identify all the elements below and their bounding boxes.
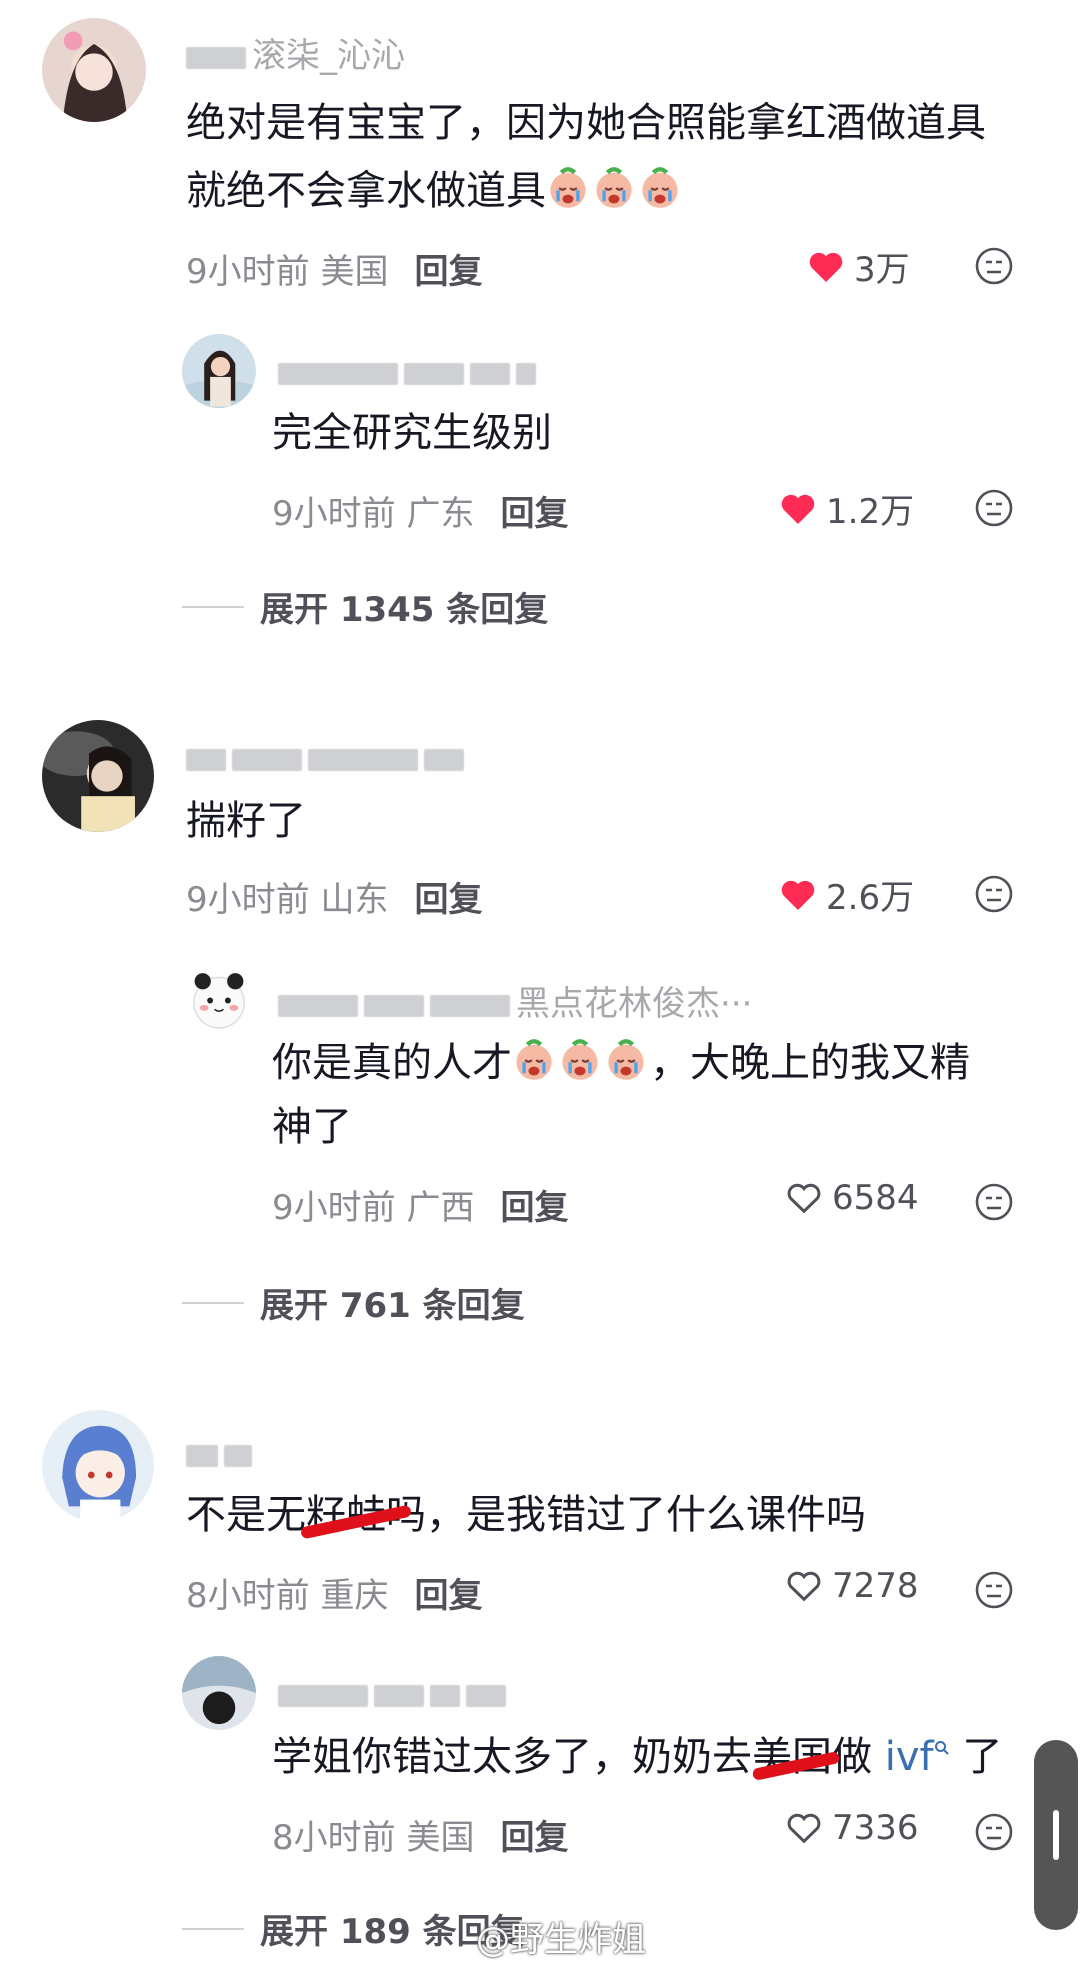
dislike-icon[interactable] — [974, 874, 1014, 914]
comment-text: 不是无籽蛙吗，是我错过了什么课件吗 — [186, 1492, 866, 1538]
crying-face-icon — [604, 1036, 648, 1080]
watermark: @野生炸姐 — [476, 1920, 646, 1960]
comment-text: 就绝不会拿水做道具 — [186, 158, 684, 224]
comment-text: 学姐你错过太多了，奶奶去美国做 ivf 了 — [272, 1734, 1003, 1780]
reply-button[interactable]: 回复 — [500, 1188, 568, 1228]
like-button[interactable]: 7336 — [784, 1808, 919, 1848]
like-button[interactable]: 2.6万 — [778, 870, 914, 919]
crying-face-icon — [592, 164, 636, 208]
heart-filled-icon — [781, 494, 815, 524]
comment-meta: 9小时前 美国 回复 — [186, 252, 483, 292]
scrollbar[interactable] — [1034, 1740, 1078, 1930]
expand-replies-button[interactable]: 展开 189 条回复 — [182, 1904, 525, 1953]
crying-face-icon — [546, 164, 590, 208]
dislike-icon[interactable] — [974, 1812, 1014, 1852]
search-link[interactable]: ivf — [885, 1734, 950, 1780]
heart-filled-icon — [781, 880, 815, 910]
comment-text: 神了 — [272, 1104, 352, 1150]
heart-outline-icon — [787, 1183, 821, 1214]
avatar[interactable] — [42, 1410, 154, 1522]
comment-text: 绝对是有宝宝了，因为她合照能拿红酒做道具 — [186, 100, 986, 146]
reply-button[interactable]: 回复 — [414, 1576, 482, 1616]
like-button[interactable]: 1.2万 — [778, 484, 914, 533]
reply-button[interactable]: 回复 — [414, 252, 482, 292]
heart-outline-icon — [787, 1571, 821, 1602]
divider — [182, 1927, 244, 1930]
expand-replies-button[interactable]: 展开 1345 条回复 — [182, 582, 548, 631]
username[interactable] — [278, 1674, 512, 1714]
username[interactable] — [186, 1434, 258, 1474]
like-button[interactable]: 6584 — [784, 1178, 919, 1218]
divider — [182, 1301, 244, 1304]
username[interactable] — [278, 352, 542, 392]
avatar[interactable] — [42, 720, 154, 832]
like-button[interactable]: 7278 — [784, 1566, 919, 1606]
expand-replies-button[interactable]: 展开 761 条回复 — [182, 1278, 525, 1327]
reply-button[interactable]: 回复 — [500, 494, 568, 534]
crying-face-icon — [512, 1036, 556, 1080]
scroll-grip — [1053, 1810, 1059, 1860]
comment-text: 完全研究生级别 — [272, 410, 552, 456]
reply-button[interactable]: 回复 — [500, 1818, 568, 1858]
comment-meta: 8小时前 美国 回复 — [272, 1818, 569, 1858]
reply-button[interactable]: 回复 — [414, 880, 482, 920]
dislike-icon[interactable] — [974, 246, 1014, 286]
comment-text: 你是真的人才 ，大晚上的我又精 — [272, 1030, 970, 1096]
like-button[interactable]: 3万 — [806, 242, 910, 291]
heart-outline-icon — [787, 1813, 821, 1844]
username[interactable]: 滚柒_沁沁 — [186, 28, 405, 77]
crying-face-icon — [638, 164, 682, 208]
avatar[interactable] — [42, 18, 146, 122]
avatar[interactable] — [182, 962, 256, 1036]
comment-meta: 9小时前 广东 回复 — [272, 494, 569, 534]
dislike-icon[interactable] — [974, 1182, 1014, 1222]
comment-meta: 9小时前 广西 回复 — [272, 1188, 569, 1228]
avatar[interactable] — [182, 1656, 256, 1730]
divider — [182, 605, 244, 608]
comment-meta: 8小时前 重庆 回复 — [186, 1576, 483, 1616]
comment-text: 揣籽了 — [186, 798, 306, 844]
avatar[interactable] — [182, 334, 256, 408]
heart-filled-icon — [809, 252, 843, 282]
dislike-icon[interactable] — [974, 488, 1014, 528]
crying-face-icon — [558, 1036, 602, 1080]
dislike-icon[interactable] — [974, 1570, 1014, 1610]
comment-meta: 9小时前 山东 回复 — [186, 880, 483, 920]
search-icon — [934, 1741, 949, 1755]
username[interactable]: 黑点花林俊杰··· — [278, 976, 752, 1025]
username[interactable] — [186, 738, 470, 778]
